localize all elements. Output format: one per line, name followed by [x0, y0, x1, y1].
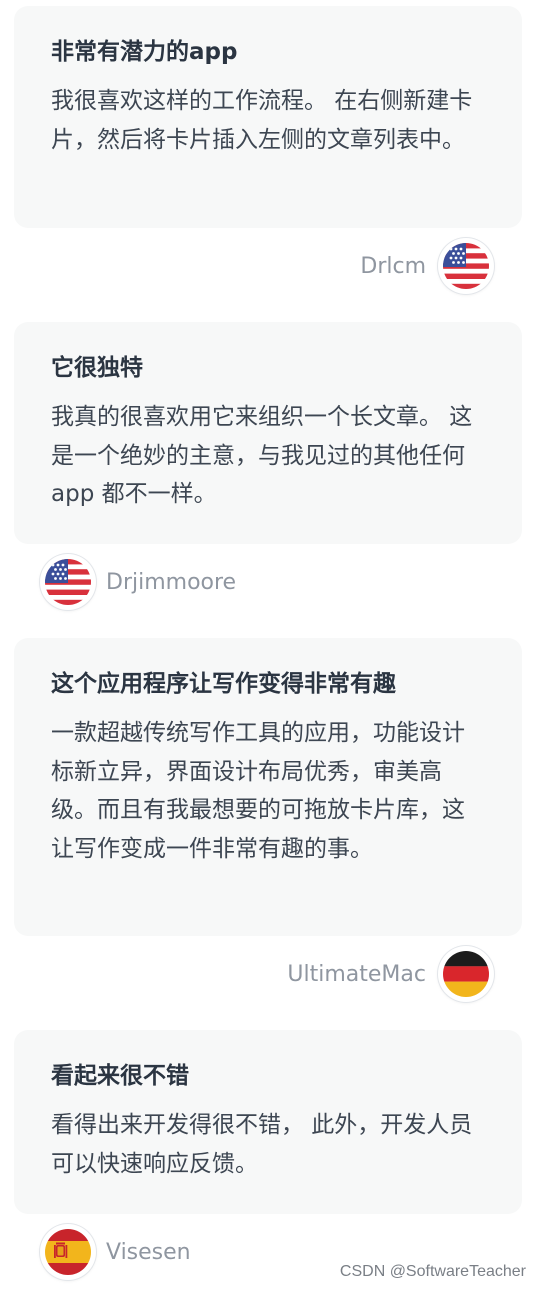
review-title: 看起来很不错	[51, 1063, 189, 1089]
review-author: Drjimmoore	[40, 554, 236, 610]
review-card: 非常有潜力的app 我很喜欢这样的工作流程。 在右侧新建卡片，然后将卡片插入左侧…	[14, 6, 522, 228]
review-author: UltimateMac	[287, 946, 494, 1002]
review-body: 一款超越传统写作工具的应用，功能设计标新立异，界面设计布局优秀，审美高级。而且有…	[51, 720, 465, 862]
review-card: 这个应用程序让写作变得非常有趣 一款超越传统写作工具的应用，功能设计标新立异，界…	[14, 638, 522, 936]
review-title: 它很独特	[51, 355, 143, 381]
author-name: Drjimmoore	[106, 569, 237, 595]
usa-flag-icon	[40, 554, 96, 610]
author-name: Drlcm	[360, 253, 426, 279]
review-title: 这个应用程序让写作变得非常有趣	[51, 671, 396, 697]
watermark: CSDN @SoftwareTeacher	[339, 1263, 526, 1280]
author-name: Visesen	[106, 1239, 191, 1265]
review-author: Visesen	[40, 1224, 191, 1280]
spain-flag-icon	[40, 1224, 96, 1280]
review-card: 它很独特 我真的很喜欢用它来组织一个长文章。 这是一个绝妙的主意，与我见过的其他…	[14, 322, 522, 544]
review-author: Drlcm	[360, 238, 494, 294]
usa-flag-icon	[438, 238, 494, 294]
review-body: 我很喜欢这样的工作流程。 在右侧新建卡片，然后将卡片插入左侧的文章列表中。	[51, 88, 473, 153]
review-card: 看起来很不错 看得出来开发得很不错， 此外，开发人员可以快速响应反馈。	[14, 1030, 522, 1214]
review-title: 非常有潜力的app	[51, 39, 238, 65]
review-body: 我真的很喜欢用它来组织一个长文章。 这是一个绝妙的主意，与我见过的其他任何 ap…	[51, 404, 473, 507]
germany-flag-icon	[438, 946, 494, 1002]
review-body: 看得出来开发得很不错， 此外，开发人员可以快速响应反馈。	[51, 1112, 473, 1177]
author-name: UltimateMac	[287, 961, 426, 987]
